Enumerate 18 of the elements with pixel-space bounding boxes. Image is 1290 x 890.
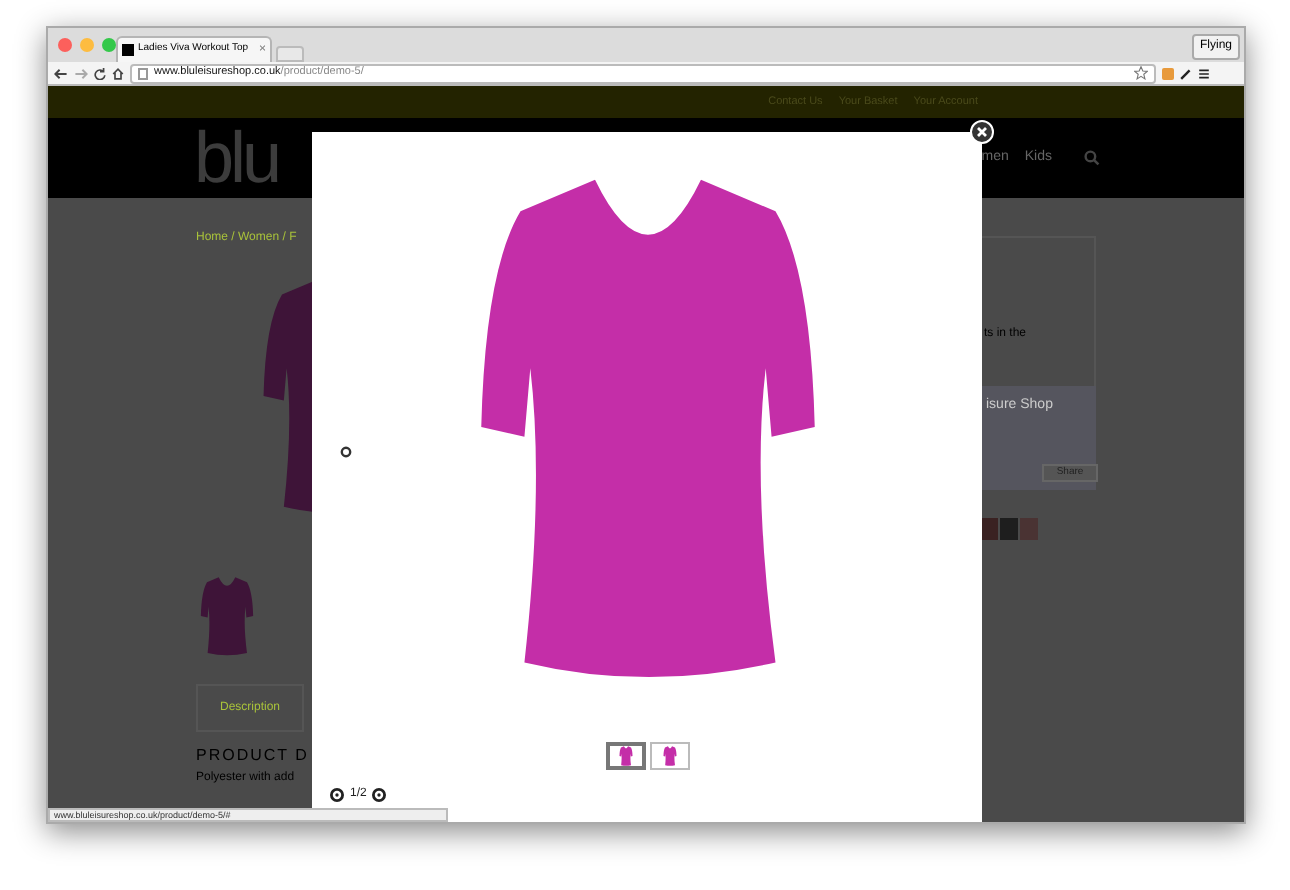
follower-avatar (1000, 518, 1018, 540)
star-icon[interactable] (1134, 66, 1148, 80)
gallery-thumbnail[interactable] (649, 742, 689, 770)
follower-avatar (1020, 518, 1038, 540)
pen-icon[interactable] (1180, 67, 1192, 79)
previous-icon[interactable] (330, 788, 344, 802)
reload-icon[interactable] (94, 67, 106, 79)
menu-icon[interactable] (1198, 67, 1210, 79)
product-thumbnail (196, 576, 258, 656)
back-icon[interactable] (54, 67, 68, 79)
home-icon[interactable] (112, 67, 124, 79)
next-icon[interactable] (372, 788, 387, 802)
loading-icon (340, 446, 352, 458)
favicon-icon (122, 44, 134, 56)
product-heading: PRODUCT D (196, 744, 309, 768)
page-icon (138, 67, 148, 79)
site-logo[interactable]: blu (194, 122, 279, 194)
gallery-thumbnail[interactable] (605, 742, 645, 770)
